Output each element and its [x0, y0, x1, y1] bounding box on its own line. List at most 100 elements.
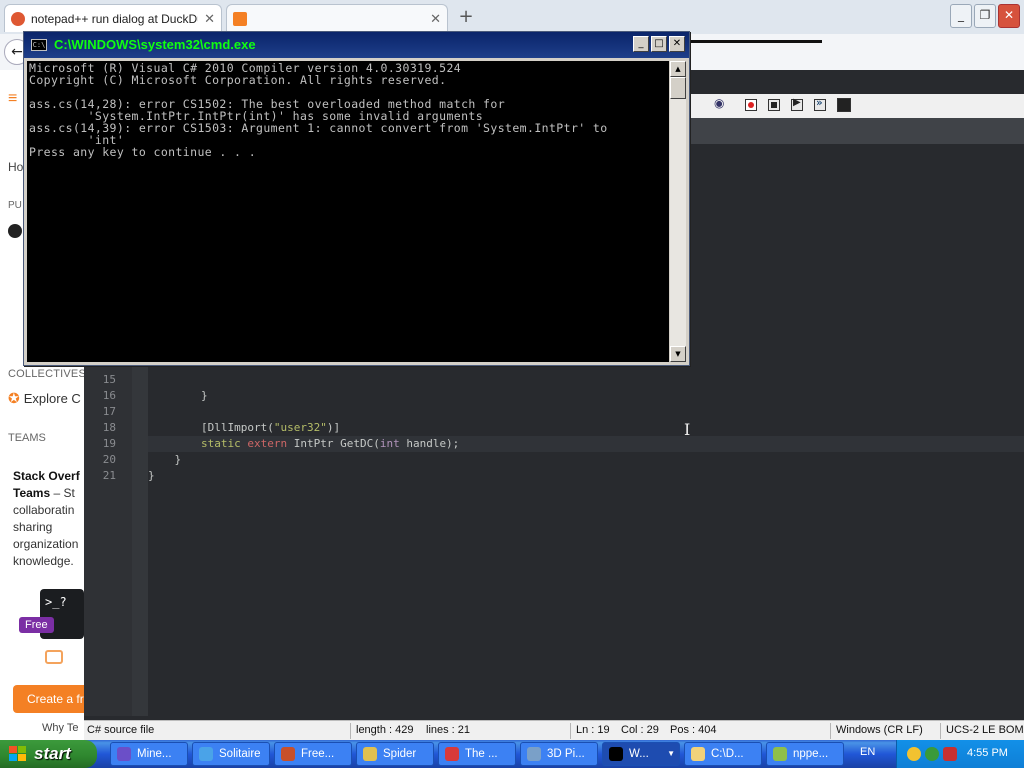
cmd-vertical-scrollbar[interactable]: ▲ ▼ [670, 61, 686, 362]
taskbar-button[interactable]: nppe... [766, 742, 844, 766]
taskbar-app-icon [199, 747, 213, 761]
start-button[interactable]: start [0, 740, 97, 768]
code-line[interactable]: 18 [DllImport("user32")] [84, 420, 1024, 436]
code-token: extern [247, 437, 288, 450]
teams-promo-line: knowledge. [13, 554, 74, 568]
taskbar-button[interactable]: W... ▼ [602, 742, 680, 766]
code-text: } [148, 468, 155, 484]
teams-promo: Stack Overf Teams – St collaboratin shar… [13, 468, 84, 570]
status-encoding[interactable]: UCS-2 LE BOM [946, 724, 1024, 736]
status-column: Col : 29 [621, 724, 659, 736]
scroll-down-arrow-icon[interactable]: ▼ [670, 346, 686, 362]
start-label: start [34, 744, 71, 763]
tab-close-icon[interactable]: ✕ [430, 11, 441, 27]
taskbar-button[interactable]: 3D Pi... [520, 742, 598, 766]
browser-window-controls: _ ❐ ✕ [950, 4, 1020, 28]
line-number: 18 [102, 421, 116, 434]
browser-tab-stackoverflow[interactable]: ✕ [226, 4, 448, 32]
taskbar-app-icon [609, 747, 623, 761]
create-free-team-button[interactable]: Create a fr [13, 685, 84, 713]
taskbar-button[interactable]: Mine... [110, 742, 188, 766]
cmd-close-button[interactable]: ✕ [669, 36, 685, 52]
tab-close-icon[interactable]: ✕ [204, 11, 215, 27]
code-token: } [148, 469, 155, 482]
taskbar-button-label: C:\D... [711, 748, 744, 760]
new-tab-button[interactable]: + [455, 6, 477, 28]
language-indicator[interactable]: EN [860, 746, 875, 758]
browser-tab-duckduckgo[interactable]: notepad++ run dialog at DuckDuc ✕ [4, 4, 222, 32]
code-line[interactable]: 21} [84, 468, 1024, 484]
macro-run-multiple-icon[interactable] [814, 96, 826, 111]
cmd-icon[interactable]: C:\ [31, 39, 47, 51]
sidebar-home-link[interactable]: Ho [8, 160, 23, 174]
code-token: } [148, 453, 182, 466]
code-text: } [148, 388, 208, 404]
macro-save-icon[interactable] [837, 98, 851, 112]
cmd-minimize-button[interactable]: _ [633, 36, 649, 52]
clock[interactable]: 4:55 PM [967, 747, 1008, 759]
taskbar-button[interactable]: The ... [438, 742, 516, 766]
cmd-title-bar[interactable]: C:\ C:\WINDOWS\system32\cmd.exe _ □ ✕ [24, 32, 689, 58]
close-button[interactable]: ✕ [998, 4, 1020, 28]
taskbar-app-icon [117, 747, 131, 761]
system-tray: 4:55 PM [896, 740, 1024, 768]
stackoverflow-logo-icon[interactable]: ≡ [8, 90, 22, 108]
cmd-window[interactable]: C:\ C:\WINDOWS\system32\cmd.exe _ □ ✕ Mi… [23, 31, 690, 366]
minimize-button[interactable]: _ [950, 4, 972, 28]
taskbar-button-label: The ... [465, 748, 498, 760]
code-line[interactable]: 16 } [84, 388, 1024, 404]
cmd-maximize-button[interactable]: □ [651, 36, 667, 52]
code-line[interactable]: 15 [84, 372, 1024, 388]
line-number: 15 [102, 373, 116, 386]
teams-promo-sub: – St [50, 486, 75, 500]
code-text: [DllImport("user32")] [148, 420, 340, 436]
security-shield-icon[interactable] [943, 747, 957, 761]
taskbar-button[interactable]: Spider [356, 742, 434, 766]
status-position: Pos : 404 [670, 724, 717, 736]
line-number: 16 [102, 389, 116, 402]
taskbar-button[interactable]: C:\D... [684, 742, 762, 766]
console-line: Press any key to continue . . . [29, 145, 257, 159]
scroll-up-arrow-icon[interactable]: ▲ [670, 61, 686, 77]
scroll-thumb[interactable] [670, 77, 686, 99]
taskbar-app-icon [691, 747, 705, 761]
code-line[interactable]: 19 static extern IntPtr GetDC(int handle… [84, 436, 1024, 452]
macro-play-icon[interactable] [791, 97, 803, 111]
cmd-window-title: C:\WINDOWS\system32\cmd.exe [54, 37, 256, 52]
sidebar-explore-collectives-link[interactable]: ✪ Explore C [8, 390, 81, 407]
console-line: Copyright (C) Microsoft Corporation. All… [29, 73, 447, 87]
collectives-star-icon: ✪ [8, 390, 20, 406]
view-icon[interactable] [714, 96, 726, 111]
duckduckgo-icon [11, 11, 25, 26]
code-token: } [148, 389, 208, 402]
code-text: } [148, 452, 181, 468]
line-number: 21 [102, 469, 116, 482]
network-icon[interactable] [925, 747, 939, 761]
macro-record-icon[interactable] [745, 99, 757, 111]
cmd-console-output[interactable]: Microsoft (R) Visual C# 2010 Compiler ve… [27, 61, 669, 362]
teams-promo-line: organization [13, 537, 79, 551]
taskbar-button[interactable]: Solitaire [192, 742, 270, 766]
why-teams-link[interactable]: Why Te [42, 722, 78, 734]
taskbar-button[interactable]: Free... [274, 742, 352, 766]
status-eol[interactable]: Windows (CR LF) [836, 724, 923, 736]
globe-icon [8, 224, 22, 238]
notepadpp-status-bar: C# source file length : 429 lines : 21 L… [84, 720, 1024, 741]
taskbar-app-icon [773, 747, 787, 761]
taskbar-app-icon [527, 747, 541, 761]
taskbar-button-label: Free... [301, 748, 335, 760]
taskbar-button-label: W... [629, 748, 649, 760]
windows-flag-icon [9, 746, 26, 761]
code-token: handle); [399, 437, 460, 450]
teams-promo-teams: Teams [13, 486, 51, 500]
group-dropdown-icon: ▼ [667, 749, 675, 758]
taskbar-app-icon [363, 747, 377, 761]
code-line[interactable]: 20 } [84, 452, 1024, 468]
maximize-button[interactable]: ❐ [974, 4, 996, 28]
code-line[interactable]: 17 [84, 404, 1024, 420]
url-bar[interactable] [690, 40, 822, 43]
macro-stop-icon[interactable] [768, 99, 780, 111]
search-icon[interactable] [907, 747, 921, 761]
chat-bubble-icon [45, 650, 63, 664]
